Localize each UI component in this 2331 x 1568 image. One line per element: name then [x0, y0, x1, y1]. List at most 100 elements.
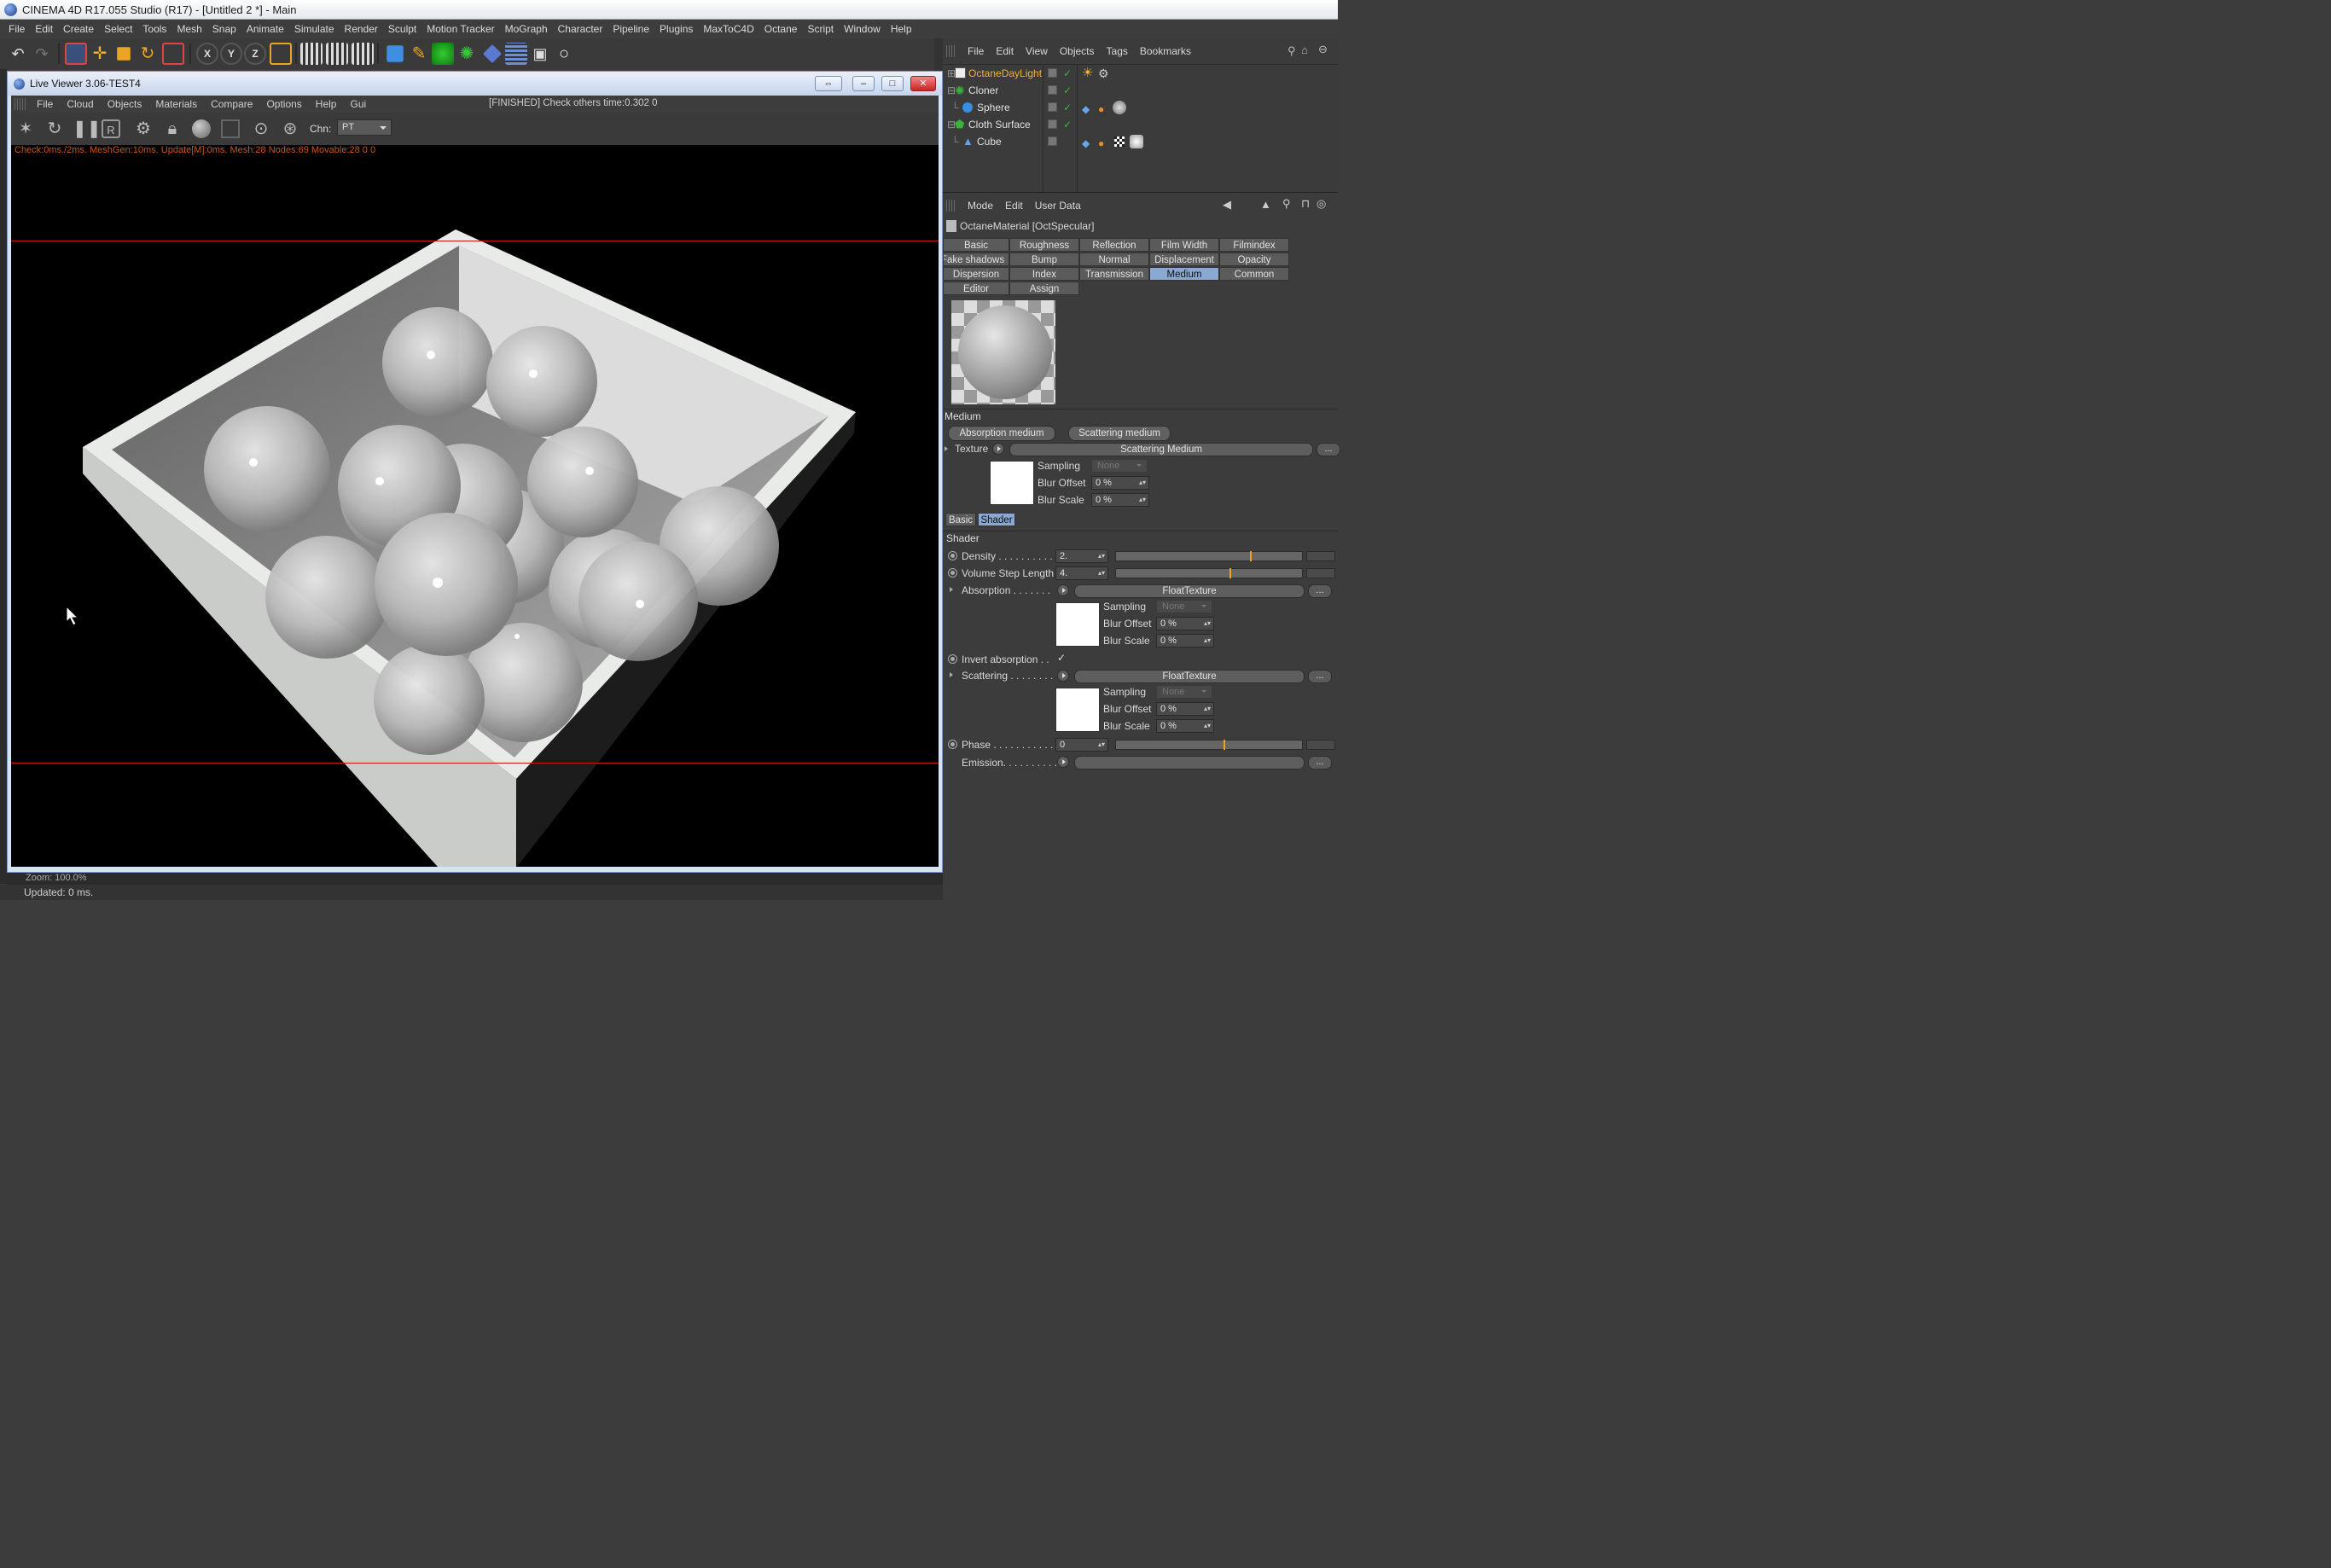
phase-field[interactable]: 0 ▴▾ — [1055, 738, 1108, 752]
tab-reflection[interactable]: Reflection — [1079, 238, 1149, 252]
expand-arrow-icon[interactable] — [945, 446, 950, 451]
redo-icon[interactable]: ↷ — [31, 43, 53, 65]
menu-file[interactable]: File — [3, 23, 30, 35]
volume-step-length-slider[interactable] — [1115, 568, 1303, 578]
enabled-check-icon[interactable]: ✓ — [1063, 82, 1072, 99]
density-slider[interactable] — [1115, 551, 1303, 561]
absorption-blur-offset-field[interactable]: 0 % ▴▾ — [1156, 617, 1214, 630]
material-tag-icon[interactable] — [1113, 101, 1126, 114]
deformer-icon[interactable] — [482, 44, 503, 64]
scattering-blur-offset-field[interactable]: 0 % ▴▾ — [1156, 702, 1214, 716]
render-picture-viewer-icon[interactable] — [326, 43, 348, 65]
home-icon[interactable]: ⌂ — [1301, 44, 1308, 56]
list-item[interactable]: ⊟ ✺ Cloner ✓ — [943, 82, 1338, 99]
menu-sculpt[interactable]: Sculpt — [383, 23, 421, 35]
settings-gear-icon[interactable]: ⚙ — [132, 118, 154, 140]
menu-mograph[interactable]: MoGraph — [500, 23, 553, 35]
sampling-dropdown[interactable]: None — [1091, 459, 1148, 473]
cube-primitive-icon[interactable] — [387, 45, 404, 62]
scattering-shader-button[interactable]: FloatTexture — [1074, 670, 1305, 683]
menu-render[interactable]: Render — [340, 23, 383, 35]
up-arrow-icon[interactable]: ▲ — [1260, 198, 1271, 211]
render-viewport[interactable]: Check:0ms./2ms. MeshGen:10ms. Update[M]:… — [11, 145, 939, 867]
menu-pipeline[interactable]: Pipeline — [607, 23, 654, 35]
am-menu-user-data[interactable]: User Data — [1029, 200, 1087, 212]
om-menu-bookmarks[interactable]: Bookmarks — [1134, 45, 1197, 57]
subtab-shader[interactable]: Shader — [978, 513, 1015, 526]
restart-icon[interactable]: ↻ — [44, 118, 66, 140]
tab-film-width[interactable]: Film Width — [1149, 238, 1219, 252]
scattering-blur-scale-field[interactable]: 0 % ▴▾ — [1156, 719, 1214, 733]
enabled-check-icon[interactable]: ✓ — [1063, 99, 1072, 116]
menu-maxtoc4d[interactable]: MaxToC4D — [698, 23, 759, 35]
menu-octane[interactable]: Octane — [759, 23, 803, 35]
texture-swatch[interactable] — [990, 461, 1034, 505]
phong-tag-icon[interactable]: ◆ — [1082, 101, 1090, 118]
light-icon[interactable]: ○ — [553, 43, 575, 65]
z-axis-icon[interactable]: Z — [244, 43, 266, 65]
list-item[interactable]: ⊟ ⬟ Cloth Surface ✓ — [943, 116, 1338, 133]
invert-absorption-checkbox[interactable]: ✓ — [1055, 652, 1067, 664]
lock-icon[interactable]: ⊓ — [1301, 197, 1310, 211]
phase-animate-icon[interactable] — [948, 740, 957, 749]
list-item[interactable]: └ Sphere ✓ ◆ ● — [943, 99, 1338, 116]
menu-simulate[interactable]: Simulate — [289, 23, 340, 35]
material-preview-icon[interactable] — [192, 119, 211, 138]
texture-options-button[interactable]: ... — [1317, 443, 1340, 456]
lv-menu-file[interactable]: File — [30, 98, 60, 110]
menu-snap[interactable]: Snap — [207, 23, 241, 35]
channel-select[interactable]: PT — [337, 119, 392, 136]
scattering-medium-button[interactable]: Scattering medium — [1068, 426, 1171, 441]
list-item[interactable]: ⊞ OctaneDayLight ✓ ☀ ⚙ — [943, 65, 1338, 82]
light-tag-icon[interactable]: ⚙ — [1098, 65, 1109, 82]
material-tag-icon[interactable] — [1130, 135, 1143, 148]
tab-transmission[interactable]: Transmission — [1079, 267, 1149, 281]
absorption-sampling-dropdown[interactable]: None — [1156, 600, 1212, 613]
om-menu-view[interactable]: View — [1020, 45, 1054, 57]
y-axis-icon[interactable]: Y — [220, 43, 242, 65]
lv-menu-cloud[interactable]: Cloud — [60, 98, 100, 110]
absorption-medium-button[interactable]: Absorption medium — [948, 426, 1055, 441]
undo-icon[interactable]: ↶ — [7, 43, 29, 65]
render-settings-icon[interactable] — [352, 43, 374, 65]
menu-animate[interactable]: Animate — [241, 23, 289, 35]
live-selection-icon[interactable] — [65, 43, 87, 65]
absorption-options-button[interactable]: ... — [1308, 584, 1332, 598]
tab-basic[interactable]: Basic — [943, 238, 1009, 252]
absorption-blur-scale-field[interactable]: 0 % ▴▾ — [1156, 634, 1214, 648]
live-viewer-title-bar[interactable]: Live Viewer 3.06-TEST4 ⇔ – □ ✕ — [8, 72, 942, 96]
search-icon[interactable]: ⚲ — [1288, 44, 1296, 58]
tab-common[interactable]: Common — [1219, 267, 1289, 281]
pen-spline-icon[interactable]: ✎ — [408, 43, 430, 65]
menu-help[interactable]: Help — [886, 23, 917, 35]
list-item[interactable]: └ ▲ Cube ◆ ● — [943, 133, 1338, 150]
minimize-icon[interactable]: – — [852, 76, 875, 91]
texture-tag-icon[interactable] — [1114, 136, 1125, 147]
camera-icon[interactable]: ▣ — [529, 43, 551, 65]
invert-absorption-animate-icon[interactable] — [948, 654, 957, 664]
scale-icon[interactable] — [117, 47, 131, 61]
layer-icon[interactable] — [1048, 102, 1057, 112]
tab-bump[interactable]: Bump — [1009, 253, 1079, 266]
menu-select[interactable]: Select — [99, 23, 137, 35]
floor-icon[interactable] — [505, 43, 527, 65]
tab-index[interactable]: Index — [1009, 267, 1079, 281]
tab-medium[interactable]: Medium — [1149, 267, 1219, 281]
scattering-swatch[interactable] — [1055, 688, 1100, 732]
coordinate-system-icon[interactable] — [270, 43, 292, 65]
cloner-icon[interactable]: ✺ — [456, 43, 478, 65]
material-preview[interactable] — [951, 300, 1055, 404]
lv-menu-objects[interactable]: Objects — [101, 98, 149, 110]
tab-dispersion[interactable]: Dispersion — [943, 267, 1009, 281]
tab-opacity[interactable]: Opacity — [1219, 253, 1289, 266]
subtab-basic[interactable]: Basic — [945, 513, 976, 526]
menu-tools[interactable]: Tools — [137, 23, 171, 35]
tab-displacement[interactable]: Displacement — [1149, 253, 1219, 266]
layer-icon[interactable] — [1048, 119, 1057, 129]
collapse-icon[interactable]: ⊖ — [1318, 43, 1328, 56]
back-arrow-icon[interactable]: ◀ — [1223, 198, 1231, 212]
scattering-options-button[interactable]: ... — [1308, 670, 1332, 683]
menu-create[interactable]: Create — [58, 23, 99, 35]
dock-icon[interactable]: ⇔ — [815, 76, 842, 91]
absorption-expand-icon[interactable] — [950, 587, 956, 592]
